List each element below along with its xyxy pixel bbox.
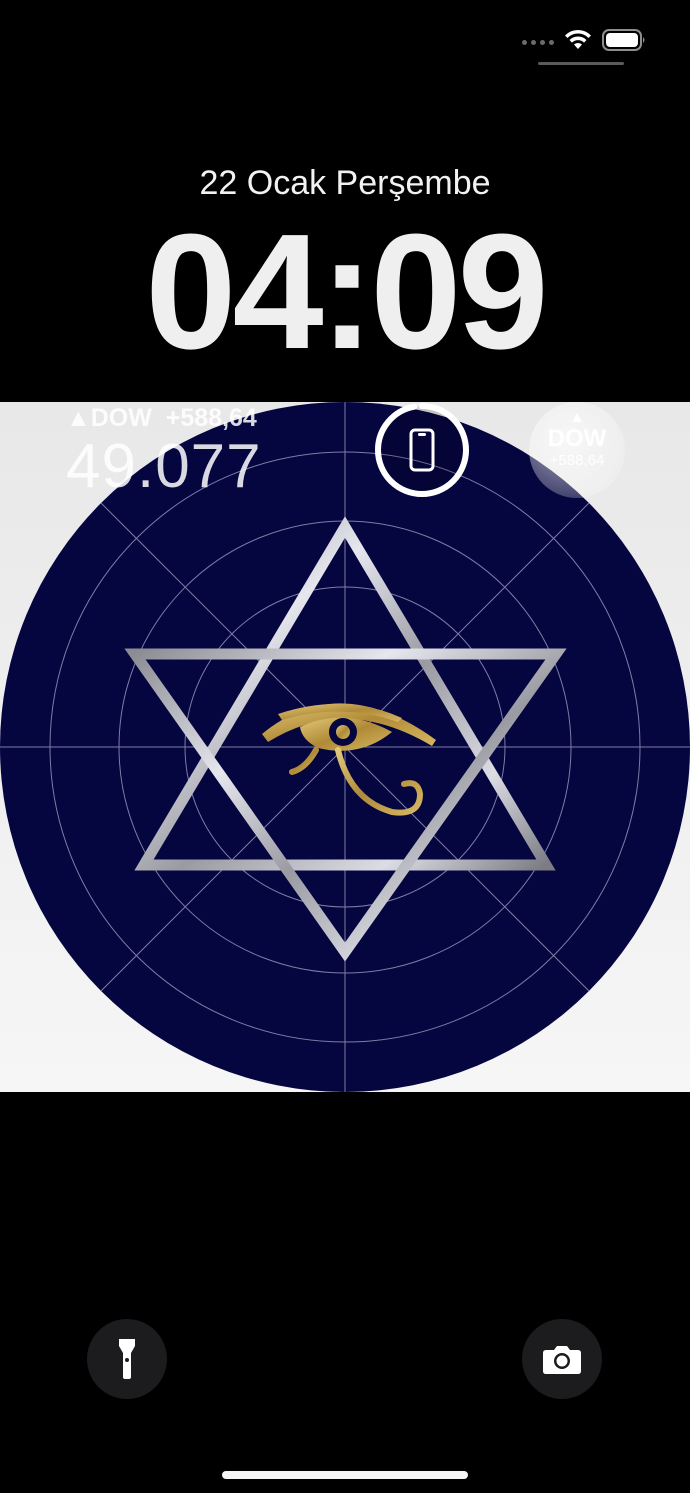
stock-change: +588,64 xyxy=(165,404,257,432)
flashlight-icon xyxy=(119,1339,135,1379)
dow-bubble-arrow: ▲ xyxy=(569,409,585,426)
wifi-icon xyxy=(565,29,591,49)
home-indicator[interactable] xyxy=(222,1471,468,1479)
battery-icon xyxy=(602,29,645,51)
status-bar xyxy=(0,0,690,80)
flashlight-button[interactable] xyxy=(87,1319,167,1399)
camera-button[interactable] xyxy=(522,1319,602,1399)
dow-bubble-widget[interactable]: ▲ DOW +588,64 xyxy=(529,402,625,498)
dow-bubble-symbol: DOW xyxy=(547,425,607,452)
battery-widget[interactable] xyxy=(374,402,470,498)
stock-symbol: DOW xyxy=(90,404,152,432)
lockscreen-time: 04:09 xyxy=(145,200,548,383)
stock-arrow: ▲ xyxy=(66,404,91,432)
signal-dots-icon xyxy=(522,40,554,45)
dow-bubble-change: +588,64 xyxy=(549,452,605,470)
lockscreen-date: 22 Ocak Perşembe xyxy=(199,164,491,202)
stock-value: 49.077 xyxy=(66,432,262,501)
status-underline xyxy=(538,62,624,65)
stock-widget[interactable]: ▲DOW +588,64 49.077 xyxy=(66,404,262,502)
camera-icon xyxy=(543,1346,581,1374)
wallpaper-image xyxy=(0,402,690,1092)
